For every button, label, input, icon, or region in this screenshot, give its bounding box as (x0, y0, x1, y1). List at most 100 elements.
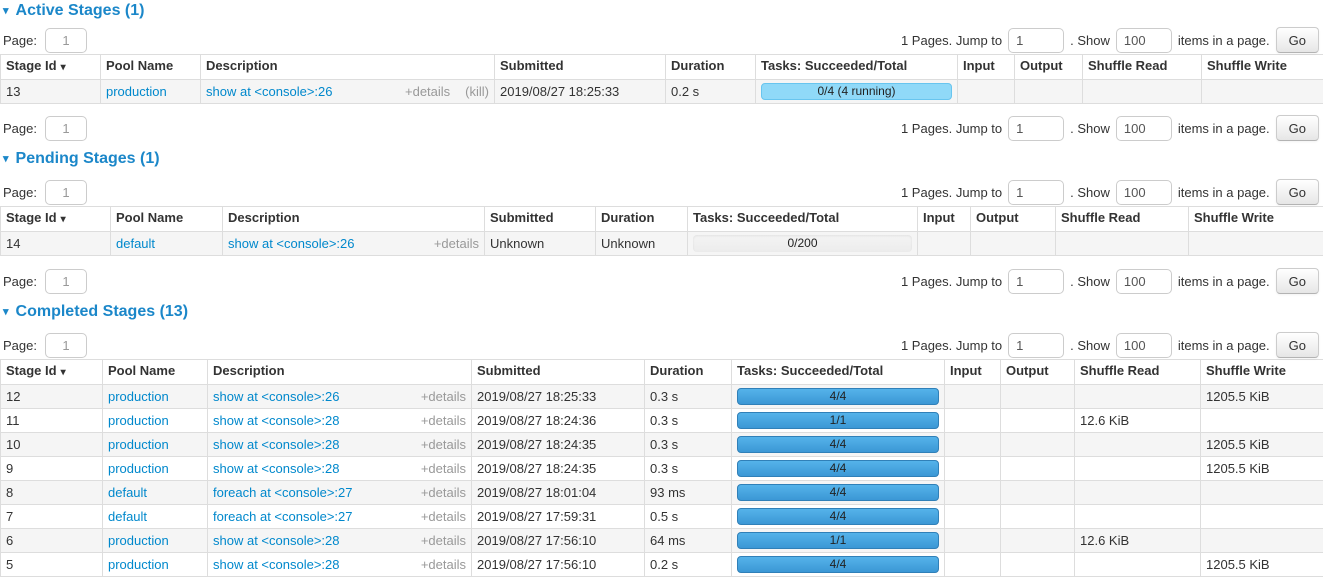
description-cell: show at <console>:26 +details (223, 232, 485, 256)
jump-to-input[interactable] (1008, 28, 1064, 53)
column-header[interactable]: Input (945, 360, 1001, 385)
page-input[interactable] (45, 333, 87, 358)
column-header[interactable]: Tasks: Succeeded/Total (688, 207, 918, 232)
details-toggle[interactable]: +details (405, 84, 450, 100)
tasks-cell: 4/4 (732, 385, 945, 409)
column-header[interactable]: Output (1015, 55, 1083, 80)
input-cell (945, 385, 1001, 409)
page-input[interactable] (45, 28, 87, 53)
duration-cell: 0.2 s (645, 553, 732, 577)
column-header[interactable]: Duration (645, 360, 732, 385)
shuffle-write-cell (1201, 529, 1323, 553)
column-header[interactable]: Shuffle Write (1189, 207, 1323, 232)
description-link[interactable]: show at <console>:28 (213, 557, 339, 573)
details-toggle[interactable]: +details (421, 389, 466, 405)
pool-name-link[interactable]: production (106, 84, 167, 99)
stage-id-cell: 11 (1, 409, 103, 433)
column-header[interactable]: Pool Name (101, 55, 201, 80)
column-header[interactable]: Submitted (495, 55, 666, 80)
description-link[interactable]: show at <console>:28 (213, 413, 339, 429)
description-link[interactable]: show at <console>:26 (228, 236, 354, 252)
go-button[interactable]: Go (1276, 27, 1319, 53)
column-header[interactable]: Stage Id▾ (1, 360, 103, 385)
pool-name-link[interactable]: production (108, 461, 169, 476)
go-button[interactable]: Go (1276, 179, 1319, 205)
details-toggle[interactable]: +details (421, 437, 466, 453)
pool-name-link[interactable]: production (108, 413, 169, 428)
column-header[interactable]: Description (201, 55, 495, 80)
column-header[interactable]: Tasks: Succeeded/Total (756, 55, 958, 80)
sort-desc-icon: ▾ (61, 62, 66, 73)
column-header[interactable]: Description (208, 360, 472, 385)
submitted-cell: 2019/08/27 18:24:36 (472, 409, 645, 433)
column-header[interactable]: Stage Id▾ (1, 55, 101, 80)
description-link[interactable]: foreach at <console>:27 (213, 509, 353, 525)
column-header[interactable]: Duration (596, 207, 688, 232)
column-header[interactable]: Shuffle Write (1202, 55, 1323, 80)
page-input[interactable] (45, 269, 87, 294)
go-button[interactable]: Go (1276, 332, 1319, 358)
progress-label: 0/4 (4 running) (761, 83, 952, 100)
description-link[interactable]: show at <console>:28 (213, 533, 339, 549)
column-header[interactable]: Duration (666, 55, 756, 80)
pending-stages-header[interactable]: ▾ Pending Stages (1) (0, 150, 1323, 168)
pool-name-link[interactable]: production (108, 389, 169, 404)
details-toggle[interactable]: +details (421, 485, 466, 501)
column-header[interactable]: Stage Id▾ (1, 207, 111, 232)
column-header[interactable]: Shuffle Write (1201, 360, 1323, 385)
details-toggle[interactable]: +details (421, 557, 466, 573)
duration-cell: 0.3 s (645, 433, 732, 457)
active-stages-header[interactable]: ▾ Active Stages (1) (0, 2, 1323, 20)
jump-to-input[interactable] (1008, 269, 1064, 294)
show-items-input[interactable] (1116, 180, 1172, 205)
pagination-bar: Page: 1 Pages. Jump to . Show items in a… (0, 331, 1323, 359)
pool-name-link[interactable]: default (108, 485, 147, 500)
jump-to-input[interactable] (1008, 333, 1064, 358)
column-header[interactable]: Shuffle Read (1083, 55, 1202, 80)
column-header[interactable]: Submitted (485, 207, 596, 232)
description-link[interactable]: show at <console>:26 (206, 84, 332, 100)
description-link[interactable]: show at <console>:28 (213, 437, 339, 453)
jump-to-input[interactable] (1008, 180, 1064, 205)
kill-link[interactable]: (kill) (465, 84, 489, 100)
show-items-input[interactable] (1116, 116, 1172, 141)
completed-stages-header[interactable]: ▾ Completed Stages (13) (0, 303, 1323, 321)
page-input[interactable] (45, 180, 87, 205)
go-button[interactable]: Go (1276, 268, 1319, 294)
description-link[interactable]: show at <console>:28 (213, 461, 339, 477)
details-toggle[interactable]: +details (421, 533, 466, 549)
tasks-progress-bar: 4/4 (737, 484, 939, 501)
input-cell (945, 457, 1001, 481)
show-items-input[interactable] (1116, 28, 1172, 53)
show-items-input[interactable] (1116, 333, 1172, 358)
column-header[interactable]: Output (971, 207, 1056, 232)
go-button[interactable]: Go (1276, 115, 1319, 141)
column-header[interactable]: Submitted (472, 360, 645, 385)
column-header[interactable]: Shuffle Read (1075, 360, 1201, 385)
description-link[interactable]: show at <console>:26 (213, 389, 339, 405)
pool-name-link[interactable]: production (108, 437, 169, 452)
details-toggle[interactable]: +details (434, 236, 479, 252)
duration-cell: Unknown (596, 232, 688, 256)
column-header[interactable]: Tasks: Succeeded/Total (732, 360, 945, 385)
column-header[interactable]: Input (918, 207, 971, 232)
description-link[interactable]: foreach at <console>:27 (213, 485, 353, 501)
column-header[interactable]: Pool Name (103, 360, 208, 385)
column-header[interactable]: Input (958, 55, 1015, 80)
page-input[interactable] (45, 116, 87, 141)
column-header[interactable]: Description (223, 207, 485, 232)
items-text: items in a page. (1178, 33, 1270, 48)
tasks-progress-bar: 4/4 (737, 460, 939, 477)
pool-name-link[interactable]: production (108, 533, 169, 548)
show-items-input[interactable] (1116, 269, 1172, 294)
pool-name-link[interactable]: production (108, 557, 169, 572)
details-toggle[interactable]: +details (421, 461, 466, 477)
pool-name-link[interactable]: default (108, 509, 147, 524)
pool-name-link[interactable]: default (116, 236, 155, 251)
details-toggle[interactable]: +details (421, 509, 466, 525)
column-header[interactable]: Shuffle Read (1056, 207, 1189, 232)
details-toggle[interactable]: +details (421, 413, 466, 429)
column-header[interactable]: Pool Name (111, 207, 223, 232)
jump-to-input[interactable] (1008, 116, 1064, 141)
column-header[interactable]: Output (1001, 360, 1075, 385)
